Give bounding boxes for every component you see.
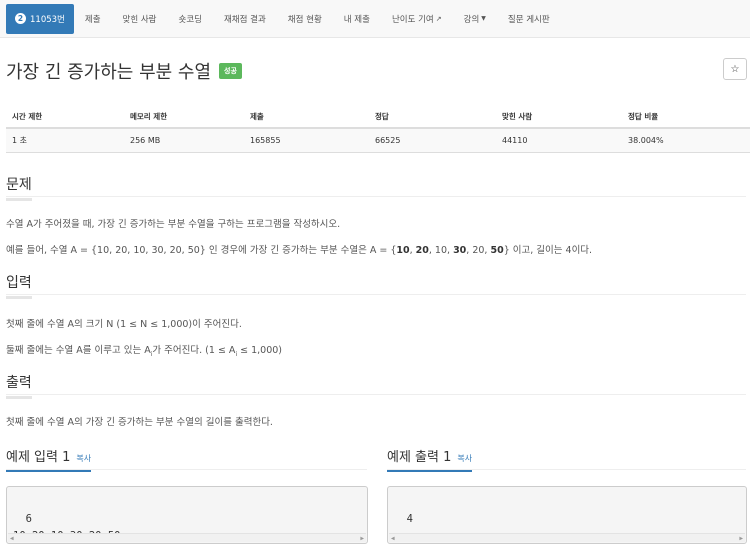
sample-input-box[interactable]: 6 10 20 10 30 20 50 ◀ ▶	[6, 486, 368, 544]
value-submissions: 165855	[244, 128, 369, 153]
scroll-left-icon[interactable]: ◀	[391, 534, 395, 543]
divider	[6, 469, 367, 470]
problem-text: 예를 들어, 수열 A = {10, 20, 10, 30, 20, 50} 인…	[6, 245, 397, 256]
favorite-button[interactable]: ☆	[723, 58, 747, 80]
title-row: 가장 긴 증가하는 부분 수열 성공	[6, 58, 242, 84]
horizontal-scrollbar[interactable]: ◀ ▶	[8, 533, 366, 542]
external-link-icon: ↗	[435, 14, 442, 23]
value-solvers: 44110	[496, 128, 622, 153]
nav-my-submissions[interactable]: 내 제출	[333, 0, 381, 38]
sample-output-box[interactable]: 4 ◀ ▶	[387, 486, 747, 544]
header-solvers: 맞힌 사람	[496, 106, 622, 129]
input-text: 둘째 줄에는 수열 A를 이루고 있는 A	[6, 345, 151, 356]
header-memory-limit: 메모리 제한	[124, 106, 244, 129]
input-description-line2: 둘째 줄에는 수열 A를 이루고 있는 Ai가 주어진다. (1 ≤ Ai ≤ …	[6, 342, 282, 358]
output-description-line1: 첫째 줄에 수열 A의 가장 긴 증가하는 부분 수열의 길이를 출력한다.	[6, 417, 273, 428]
caret-down-icon: ▼	[481, 15, 486, 22]
level-badge-icon: 2	[15, 13, 26, 24]
problem-text: , 20,	[466, 245, 491, 256]
divider	[6, 196, 746, 197]
sample-input-title: 예제 입력 1	[6, 450, 71, 465]
value-time-limit: 1 초	[6, 128, 124, 153]
header-submissions: 제출	[244, 106, 369, 129]
sample-output-title: 예제 출력 1	[387, 450, 452, 465]
top-nav: 2 11053번 제출 맞힌 사람 숏코딩 재채점 결과 채점 현황 내 제출 …	[0, 0, 750, 38]
scroll-right-icon[interactable]: ▶	[360, 534, 364, 543]
highlight-value: 10	[396, 245, 410, 256]
header-accepted: 정답	[369, 106, 496, 129]
header-time-limit: 시간 제한	[6, 106, 124, 129]
highlight-value: 20	[415, 245, 429, 256]
value-ratio: 38.004%	[622, 128, 750, 153]
page-title: 가장 긴 증가하는 부분 수열	[6, 62, 212, 83]
nav-difficulty[interactable]: 난이도 기여 ↗	[381, 0, 453, 38]
input-text: ≤ 1,000)	[237, 345, 283, 356]
nav-difficulty-label: 난이도 기여	[391, 14, 434, 25]
nav-rejudge[interactable]: 재채점 결과	[213, 0, 277, 38]
star-icon: ☆	[730, 63, 740, 75]
sample-output-text: 4	[406, 513, 413, 525]
input-description-line1: 첫째 줄에 수열 A의 크기 N (1 ≤ N ≤ 1,000)이 주어진다.	[6, 319, 242, 330]
input-text: 가 주어진다. (1 ≤ A	[152, 345, 236, 356]
divider	[387, 469, 746, 470]
nav-solvers[interactable]: 맞힌 사람	[112, 0, 168, 38]
header-ratio: 정답 비율	[622, 106, 750, 129]
problem-description-line1: 수열 A가 주어졌을 때, 가장 긴 증가하는 부분 수열을 구하는 프로그램을…	[6, 219, 341, 230]
problem-text: } 이고, 길이는 4이다.	[503, 245, 593, 256]
scroll-right-icon[interactable]: ▶	[739, 534, 743, 543]
nav-status[interactable]: 채점 현황	[277, 0, 333, 38]
highlight-value: 30	[453, 245, 467, 256]
nav-problem-number-label: 11053번	[30, 14, 65, 25]
divider	[6, 294, 746, 295]
highlight-value: 50	[490, 245, 504, 256]
divider	[6, 394, 746, 395]
nav-shortcoding[interactable]: 숏코딩	[168, 0, 213, 38]
problem-info-table: 시간 제한 메모리 제한 제출 정답 맞힌 사람 정답 비율 1 초 256 M…	[6, 106, 750, 153]
copy-input-link[interactable]: 복사	[76, 453, 91, 464]
scroll-left-icon[interactable]: ◀	[10, 534, 14, 543]
nav-lecture[interactable]: 강의 ▼	[453, 0, 497, 38]
nav-problem-number[interactable]: 2 11053번	[6, 3, 74, 34]
problem-description-line2: 예를 들어, 수열 A = {10, 20, 10, 30, 20, 50} 인…	[6, 242, 592, 256]
problem-text: , 10,	[428, 245, 454, 256]
value-accepted: 66525	[369, 128, 496, 153]
horizontal-scrollbar[interactable]: ◀ ▶	[389, 533, 745, 542]
nav-submit[interactable]: 제출	[74, 0, 112, 38]
value-memory-limit: 256 MB	[124, 128, 244, 153]
nav-lecture-label: 강의	[463, 14, 480, 25]
status-badge: 성공	[219, 63, 242, 79]
nav-board[interactable]: 질문 게시판	[497, 0, 561, 38]
copy-output-link[interactable]: 복사	[457, 453, 472, 464]
